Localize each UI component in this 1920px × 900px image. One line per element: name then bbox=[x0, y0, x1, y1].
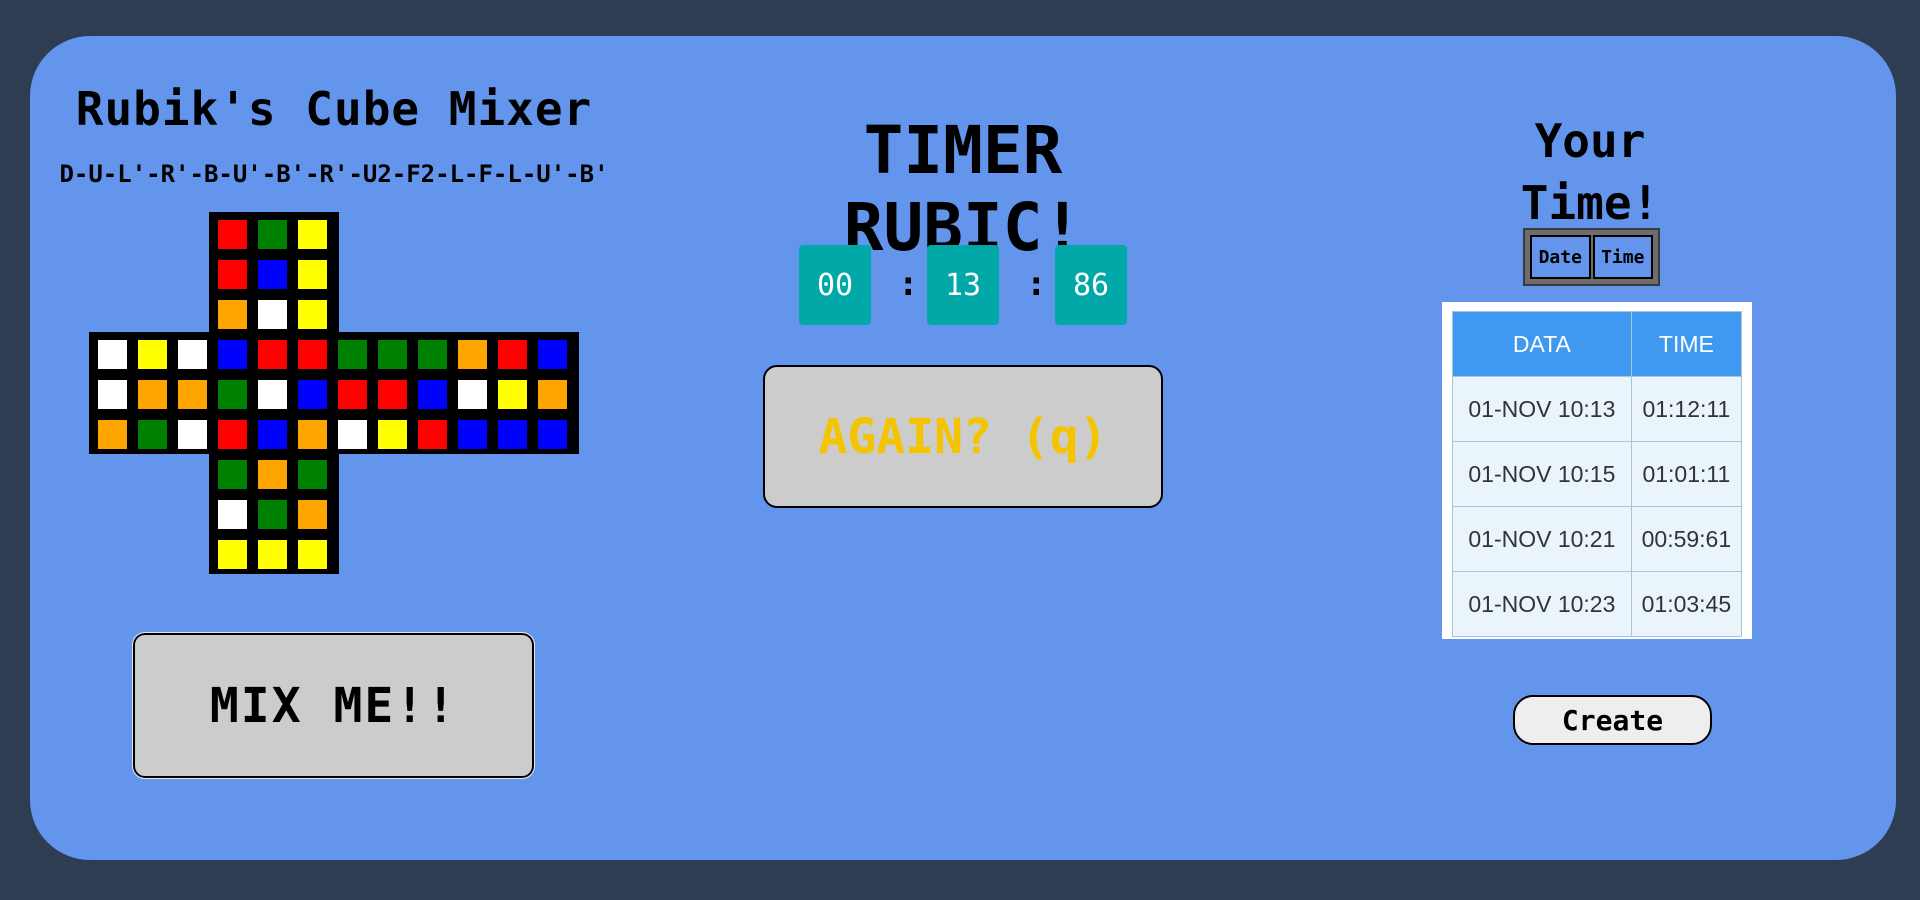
cube-sticker-left-1 bbox=[138, 340, 167, 369]
cell-date: 01-NOV 10:13 bbox=[1452, 376, 1632, 442]
cube-sticker-left-5 bbox=[178, 380, 207, 409]
cube-sticker-front-3 bbox=[218, 380, 247, 409]
timer-title: TIMER RUBIC! bbox=[843, 112, 1083, 266]
cube-sticker-down-8 bbox=[298, 540, 327, 569]
cell-time: 01:03:45 bbox=[1630, 571, 1743, 637]
cube-sticker-back-3 bbox=[458, 380, 487, 409]
cube-sticker-down-6 bbox=[218, 540, 247, 569]
table-row: 01-NOV 10:15 01:01:11 bbox=[1452, 441, 1743, 507]
table-row: 01-NOV 10:13 01:12:11 bbox=[1452, 376, 1743, 442]
cube-face-right bbox=[329, 332, 459, 454]
cube-face-left bbox=[89, 332, 219, 454]
cube-sticker-front-6 bbox=[218, 420, 247, 449]
cell-date: 01-NOV 10:21 bbox=[1452, 506, 1632, 572]
cell-time: 00:59:61 bbox=[1630, 506, 1743, 572]
cube-sticker-up-5 bbox=[298, 260, 327, 289]
cube-sticker-left-0 bbox=[98, 340, 127, 369]
cube-sticker-front-5 bbox=[298, 380, 327, 409]
timer-hundredths: 86 bbox=[1055, 245, 1127, 325]
cube-sticker-left-2 bbox=[178, 340, 207, 369]
cube-face-down bbox=[209, 452, 339, 574]
table-header-row: DATA TIME bbox=[1452, 311, 1743, 377]
timer-separator: : bbox=[1026, 264, 1047, 304]
cube-sticker-right-2 bbox=[418, 340, 447, 369]
cube-sticker-left-3 bbox=[98, 380, 127, 409]
cube-sticker-right-6 bbox=[338, 420, 367, 449]
times-table: DATA TIME 01-NOV 10:13 01:12:11 01-NOV 1… bbox=[1452, 311, 1743, 637]
cube-sticker-front-1 bbox=[258, 340, 287, 369]
cube-sticker-front-8 bbox=[298, 420, 327, 449]
cube-sticker-right-5 bbox=[418, 380, 447, 409]
cube-sticker-front-4 bbox=[258, 380, 287, 409]
cube-sticker-front-2 bbox=[298, 340, 327, 369]
cube-sticker-right-1 bbox=[378, 340, 407, 369]
your-time-heading-line1: Your bbox=[1534, 114, 1646, 168]
cube-sticker-right-8 bbox=[418, 420, 447, 449]
cube-sticker-up-7 bbox=[258, 300, 287, 329]
timer-seconds: 13 bbox=[927, 245, 999, 325]
mixer-title: Rubik's Cube Mixer bbox=[75, 82, 593, 136]
cube-sticker-back-8 bbox=[538, 420, 567, 449]
cube-face-front bbox=[209, 332, 339, 454]
cube-sticker-right-3 bbox=[338, 380, 367, 409]
cell-time: 01:12:11 bbox=[1630, 376, 1743, 442]
cube-sticker-back-6 bbox=[458, 420, 487, 449]
column-header-time: TIME bbox=[1630, 311, 1743, 377]
cube-sticker-up-3 bbox=[218, 260, 247, 289]
cube-sticker-up-1 bbox=[258, 220, 287, 249]
times-table-container: DATA TIME 01-NOV 10:13 01:12:11 01-NOV 1… bbox=[1442, 302, 1752, 639]
cube-sticker-down-2 bbox=[298, 460, 327, 489]
sort-toggle-group: Date Time bbox=[1523, 228, 1660, 286]
cube-sticker-right-0 bbox=[338, 340, 367, 369]
cube-sticker-back-4 bbox=[498, 380, 527, 409]
column-header-data: DATA bbox=[1452, 311, 1632, 377]
cube-sticker-left-6 bbox=[98, 420, 127, 449]
table-row: 01-NOV 10:21 00:59:61 bbox=[1452, 506, 1743, 572]
cube-sticker-down-0 bbox=[218, 460, 247, 489]
cube-face-back bbox=[449, 332, 579, 454]
cell-time: 01:01:11 bbox=[1630, 441, 1743, 507]
cube-sticker-back-0 bbox=[458, 340, 487, 369]
cube-sticker-back-5 bbox=[538, 380, 567, 409]
timer-minutes: 00 bbox=[799, 245, 871, 325]
cube-sticker-up-4 bbox=[258, 260, 287, 289]
sort-by-time-button[interactable]: Time bbox=[1592, 235, 1653, 279]
cube-sticker-right-7 bbox=[378, 420, 407, 449]
cube-sticker-up-8 bbox=[298, 300, 327, 329]
cell-date: 01-NOV 10:23 bbox=[1452, 571, 1632, 637]
cube-sticker-up-2 bbox=[298, 220, 327, 249]
cube-sticker-left-4 bbox=[138, 380, 167, 409]
cube-sticker-left-8 bbox=[178, 420, 207, 449]
cube-sticker-front-7 bbox=[258, 420, 287, 449]
scramble-sequence: D-U-L'-R'-B-U'-B'-R'-U2-F2-L-F-L-U'-B' bbox=[59, 160, 609, 188]
cube-sticker-back-2 bbox=[538, 340, 567, 369]
create-button[interactable]: Create bbox=[1513, 695, 1712, 745]
cube-sticker-back-7 bbox=[498, 420, 527, 449]
cube-sticker-right-4 bbox=[378, 380, 407, 409]
your-time-heading: Your Time! bbox=[1490, 110, 1690, 234]
cube-sticker-front-0 bbox=[218, 340, 247, 369]
cube-sticker-down-1 bbox=[258, 460, 287, 489]
cube-sticker-up-0 bbox=[218, 220, 247, 249]
cube-sticker-down-4 bbox=[258, 500, 287, 529]
your-time-heading-line2: Time! bbox=[1520, 176, 1660, 230]
cube-sticker-back-1 bbox=[498, 340, 527, 369]
mix-me-button[interactable]: MIX ME!! bbox=[132, 632, 535, 779]
cube-sticker-down-5 bbox=[298, 500, 327, 529]
table-row: 01-NOV 10:23 01:03:45 bbox=[1452, 571, 1743, 637]
cube-sticker-up-6 bbox=[218, 300, 247, 329]
timer-separator: : bbox=[898, 264, 919, 304]
cube-face-up bbox=[209, 212, 339, 334]
cell-date: 01-NOV 10:15 bbox=[1452, 441, 1632, 507]
cube-sticker-down-7 bbox=[258, 540, 287, 569]
again-button[interactable]: AGAIN? (q) bbox=[763, 365, 1163, 508]
sort-by-date-button[interactable]: Date bbox=[1530, 235, 1591, 279]
cube-sticker-down-3 bbox=[218, 500, 247, 529]
cube-sticker-left-7 bbox=[138, 420, 167, 449]
